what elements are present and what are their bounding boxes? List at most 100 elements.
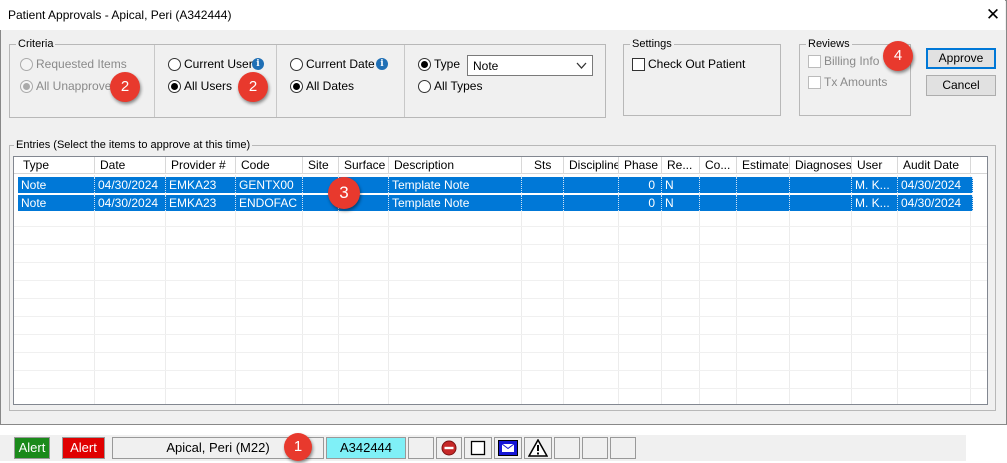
cell-user: M. K... xyxy=(852,195,898,211)
all-users-radio[interactable] xyxy=(168,80,181,93)
alert-badge-green[interactable]: Alert xyxy=(14,437,50,459)
callout-badge-4: 4 xyxy=(883,41,913,71)
requested-items-label: Requested Items xyxy=(36,57,127,71)
chart-id: A342444 xyxy=(326,437,406,459)
requested-items-radio[interactable] xyxy=(20,58,33,71)
cell-provider: EMKA23 xyxy=(166,195,236,211)
col-provider[interactable]: Provider # xyxy=(166,157,236,174)
cell-phase: 0 xyxy=(619,195,662,211)
cell-discipline xyxy=(564,195,619,211)
col-code[interactable]: Code xyxy=(236,157,303,174)
cell-date: 04/30/2024 xyxy=(95,195,166,211)
document-icon[interactable] xyxy=(464,437,492,459)
settings-legend: Settings xyxy=(630,38,674,50)
cell-co xyxy=(700,195,737,211)
entries-table[interactable]: Type Date Provider # Code Site Surface D… xyxy=(13,156,988,405)
divider xyxy=(154,45,155,117)
cell-phase: 0 xyxy=(619,177,662,193)
col-phase[interactable]: Phase xyxy=(619,157,662,174)
table-row[interactable]: Note 04/30/2024 EMKA23 ENDOFAC Template … xyxy=(18,195,973,211)
table-header: Type Date Provider # Code Site Surface D… xyxy=(14,157,987,174)
cell-diagnoses xyxy=(790,195,852,211)
cell-audit-date: 04/30/2024 xyxy=(898,177,973,193)
type-label: Type xyxy=(434,57,461,71)
close-icon[interactable]: ✕ xyxy=(984,4,1002,26)
all-unapproved-radio[interactable] xyxy=(20,80,33,93)
col-discipline[interactable]: Discipline xyxy=(564,157,619,174)
cell-description: Template Note xyxy=(389,195,522,211)
type-dropdown[interactable]: Note xyxy=(467,55,593,76)
alert-badge-red[interactable]: Alert xyxy=(62,437,105,459)
cell-code: GENTX00 xyxy=(236,177,303,193)
reviews-legend: Reviews xyxy=(806,38,852,50)
billing-info-label: Billing Info xyxy=(824,54,880,68)
cell-provider: EMKA23 xyxy=(166,177,236,193)
cell-type: Note xyxy=(18,177,95,193)
info-icon[interactable]: i xyxy=(252,58,264,70)
cell-re: N xyxy=(662,177,700,193)
callout-badge-1: 1 xyxy=(284,433,312,461)
col-description[interactable]: Description xyxy=(389,157,522,174)
all-dates-label: All Dates xyxy=(306,79,355,93)
approve-button[interactable]: Approve xyxy=(926,48,996,69)
current-user-label: Current User xyxy=(184,57,253,71)
col-site[interactable]: Site xyxy=(303,157,339,174)
check-out-patient-checkbox[interactable] xyxy=(632,58,645,71)
billing-info-checkbox[interactable] xyxy=(808,55,821,68)
chevron-down-icon xyxy=(576,62,587,69)
cell-audit-date: 04/30/2024 xyxy=(898,195,973,211)
callout-badge-2: 2 xyxy=(238,72,268,102)
col-co[interactable]: Co... xyxy=(700,157,737,174)
col-estimate[interactable]: Estimate xyxy=(737,157,790,174)
cell-user: M. K... xyxy=(852,177,898,193)
cell-date: 04/30/2024 xyxy=(95,177,166,193)
col-re[interactable]: Re... xyxy=(662,157,700,174)
divider xyxy=(276,45,277,117)
status-cell xyxy=(610,437,636,459)
cell-estimate xyxy=(737,177,790,193)
mail-icon[interactable] xyxy=(494,437,522,459)
info-icon[interactable]: i xyxy=(376,58,388,70)
all-unapproved-label: All Unapproved xyxy=(36,79,119,93)
warning-icon[interactable] xyxy=(524,437,552,459)
cell-re: N xyxy=(662,195,700,211)
entries-legend: Entries (Select the items to approve at … xyxy=(14,139,253,151)
col-audit-date[interactable]: Audit Date xyxy=(898,157,971,174)
tx-amounts-checkbox[interactable] xyxy=(808,76,821,89)
cell-code: ENDOFAC xyxy=(236,195,303,211)
col-type[interactable]: Type xyxy=(18,157,95,174)
cell-sts xyxy=(522,195,564,211)
col-surface[interactable]: Surface xyxy=(339,157,389,174)
callout-badge-2: 2 xyxy=(110,72,140,102)
all-dates-radio[interactable] xyxy=(290,80,303,93)
cell-estimate xyxy=(737,195,790,211)
status-cell xyxy=(408,437,434,459)
current-date-label: Current Date xyxy=(306,57,375,71)
no-entry-icon[interactable] xyxy=(436,437,462,459)
table-row[interactable]: Note 04/30/2024 EMKA23 GENTX00 Template … xyxy=(18,177,973,193)
divider xyxy=(404,45,405,117)
cell-type: Note xyxy=(18,195,95,211)
all-types-radio[interactable] xyxy=(418,80,431,93)
type-dropdown-value: Note xyxy=(473,59,499,73)
cell-diagnoses xyxy=(790,177,852,193)
status-cell xyxy=(582,437,608,459)
window-title: Patient Approvals - Apical, Peri (A34244… xyxy=(8,8,232,22)
settings-group xyxy=(623,44,781,116)
criteria-legend: Criteria xyxy=(16,38,56,50)
col-user[interactable]: User xyxy=(852,157,898,174)
col-diagnoses[interactable]: Diagnoses xyxy=(790,157,852,174)
all-users-label: All Users xyxy=(184,79,233,93)
col-date[interactable]: Date xyxy=(95,157,166,174)
check-out-patient-label: Check Out Patient xyxy=(648,57,746,71)
cell-sts xyxy=(522,177,564,193)
cancel-button[interactable]: Cancel xyxy=(926,75,996,96)
current-date-radio[interactable] xyxy=(290,58,303,71)
type-radio[interactable] xyxy=(418,58,431,71)
col-sts[interactable]: Sts xyxy=(522,157,564,174)
all-types-label: All Types xyxy=(434,79,483,93)
tx-amounts-label: Tx Amounts xyxy=(824,75,888,89)
status-cell xyxy=(554,437,580,459)
cell-co xyxy=(700,177,737,193)
current-user-radio[interactable] xyxy=(168,58,181,71)
